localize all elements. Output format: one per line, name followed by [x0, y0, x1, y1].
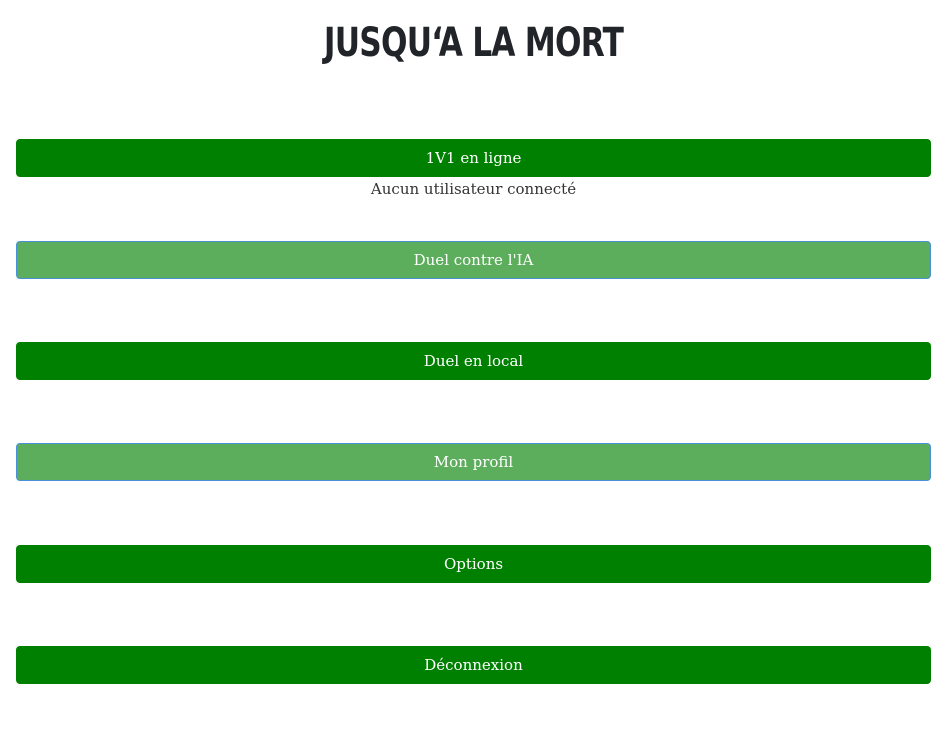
duel-ai-button[interactable]: Duel contre l'IA	[16, 241, 931, 279]
options-button[interactable]: Options	[16, 545, 931, 583]
online-status-text: Aucun utilisateur connecté	[370, 180, 577, 198]
duel-local-button[interactable]: Duel en local	[16, 342, 931, 380]
profile-button[interactable]: Mon profil	[16, 443, 931, 481]
online-1v1-button[interactable]: 1V1 en ligne	[16, 139, 931, 177]
game-title: JUSQU‘A LA MORT	[323, 20, 624, 66]
logout-button[interactable]: Déconnexion	[16, 646, 931, 684]
